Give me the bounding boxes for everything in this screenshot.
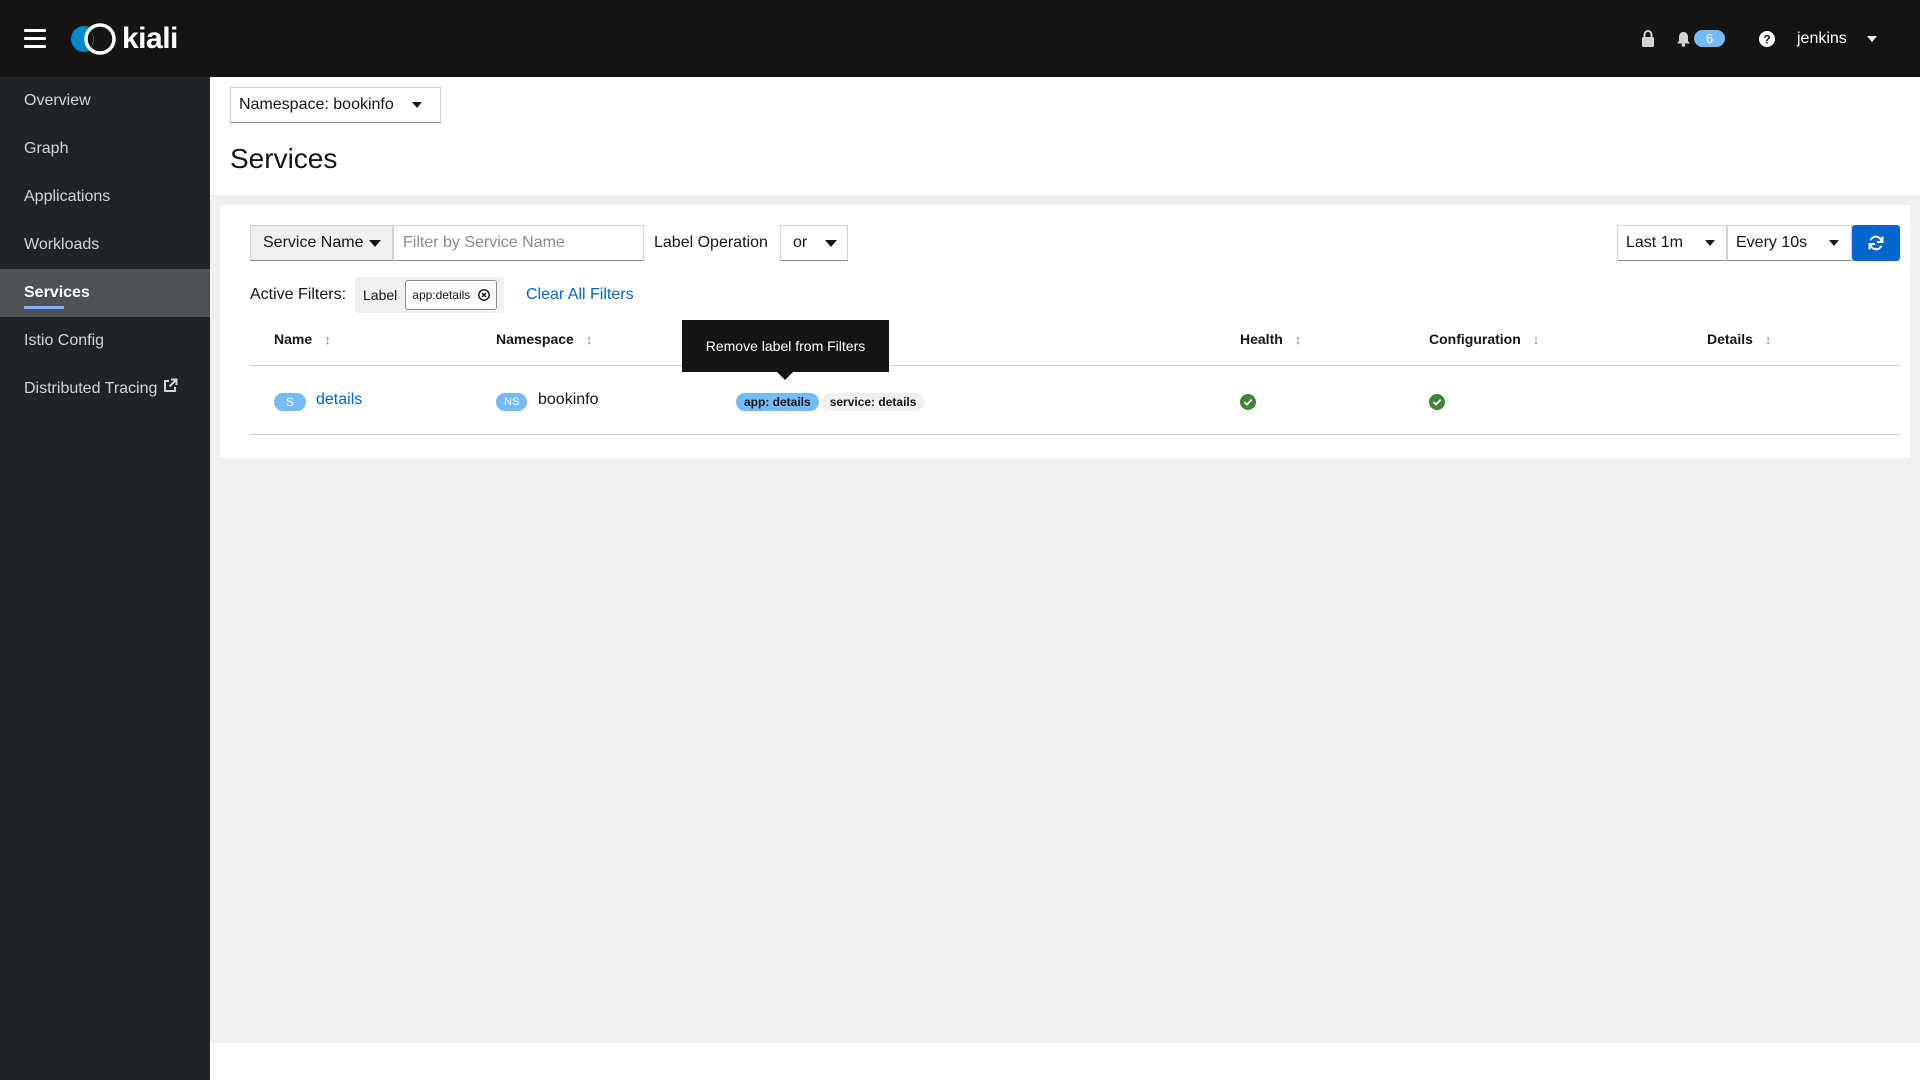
table-row-divider <box>250 434 1900 435</box>
filter-chip: app:details <box>405 280 498 310</box>
column-header-label: Name <box>274 331 313 347</box>
kiali-logo-icon <box>71 23 116 55</box>
column-header-health[interactable]: Health ↕ <box>1240 331 1301 347</box>
caret-down-icon <box>1829 240 1840 246</box>
config-valid-icon <box>1429 394 1445 410</box>
health-ok-icon <box>1240 394 1256 410</box>
filter-input[interactable] <box>393 225 644 261</box>
filter-chip-group: Label app:details <box>355 277 505 313</box>
service-name-link[interactable]: details <box>316 391 362 409</box>
time-range-value: Last 1m <box>1626 234 1683 251</box>
service-type-badge: S <box>274 393 307 411</box>
page-header: Namespace: bookinfo Services <box>210 77 1920 195</box>
sort-icon[interactable]: ↕ <box>1765 332 1772 347</box>
sidebar-item-istio-config[interactable]: Istio Config <box>0 317 210 365</box>
main-content: Namespace: bookinfo Services Service Nam… <box>210 77 1920 1080</box>
namespace-badge: NS <box>496 393 528 411</box>
sidebar-item-label: Workloads <box>24 236 100 253</box>
caret-down-icon <box>369 239 382 247</box>
bell-icon <box>1677 31 1690 47</box>
label-operation-select[interactable]: or <box>780 225 848 261</box>
column-header-namespace[interactable]: Namespace ↕ <box>496 331 592 347</box>
user-menu[interactable]: jenkins <box>1797 0 1877 77</box>
sidebar-item-workloads[interactable]: Workloads <box>0 221 210 269</box>
hamburger-menu-icon[interactable] <box>24 29 46 49</box>
sidebar-item-label: Istio Config <box>24 332 105 349</box>
sort-icon[interactable]: ↕ <box>1295 332 1302 347</box>
sort-icon[interactable]: ↕ <box>1533 332 1540 347</box>
page-title: Services <box>230 143 338 174</box>
masthead: kiali 6 ? jenkins <box>0 0 1920 77</box>
label-operation-label: Label Operation <box>654 234 768 251</box>
kiali-logo[interactable]: kiali <box>70 22 178 56</box>
svg-text:?: ? <box>1763 32 1770 46</box>
refresh-icon <box>1868 235 1884 251</box>
caret-down-icon <box>1704 240 1715 246</box>
column-header-label: Details <box>1707 331 1753 347</box>
label-operation-value: or <box>793 234 808 251</box>
column-header-name[interactable]: Name ↕ <box>274 331 331 347</box>
help-icon[interactable]: ? <box>1759 0 1775 77</box>
refresh-button[interactable] <box>1852 225 1900 261</box>
filter-type-select[interactable]: Service Name <box>250 225 393 261</box>
sort-icon[interactable]: ↕ <box>586 332 593 347</box>
chevron-down-icon <box>1866 35 1877 42</box>
lock-icon[interactable] <box>1641 0 1655 77</box>
footer-area <box>210 1043 1920 1080</box>
sidebar-nav: Overview Graph Applications Workloads Se… <box>0 77 210 1080</box>
time-range-select[interactable]: Last 1m <box>1617 225 1727 261</box>
column-header-details[interactable]: Details ↕ <box>1707 331 1771 347</box>
column-header-label: Health <box>1240 331 1283 347</box>
active-filters-label: Active Filters: <box>250 286 347 303</box>
sidebar-item-label: Overview <box>24 92 91 109</box>
namespace-select[interactable]: Namespace: bookinfo <box>230 87 441 123</box>
caret-down-icon <box>411 102 422 108</box>
sidebar-item-applications[interactable]: Applications <box>0 173 210 221</box>
sidebar-item-label: Graph <box>24 140 69 157</box>
username: jenkins <box>1797 29 1847 47</box>
services-panel: Service Name Label Operation or Last 1m … <box>220 205 1910 458</box>
sidebar-item-distributed-tracing[interactable]: Distributed Tracing <box>0 365 210 413</box>
column-header-configuration[interactable]: Configuration ↕ <box>1429 331 1539 347</box>
table-header-divider <box>250 365 1900 366</box>
sidebar-item-label: Services <box>24 284 90 301</box>
caret-down-icon <box>825 239 838 247</box>
labels-cell: app: details service: details <box>736 393 927 411</box>
refresh-interval-value: Every 10s <box>1736 234 1808 251</box>
filter-type-value: Service Name <box>263 234 364 251</box>
label-badge-app[interactable]: app: details <box>736 393 819 411</box>
namespace-select-value: Namespace: bookinfo <box>239 96 394 113</box>
sort-icon[interactable]: ↕ <box>324 332 331 347</box>
namespace-value: bookinfo <box>538 391 599 408</box>
sidebar-item-label: Distributed Tracing <box>24 380 158 397</box>
sidebar-item-services[interactable]: Services <box>0 269 210 317</box>
close-circle-icon[interactable] <box>478 289 491 301</box>
notification-badge: 6 <box>1694 30 1726 47</box>
sidebar-item-overview[interactable]: Overview <box>0 77 210 125</box>
chip-group-label: Label <box>363 287 398 303</box>
label-badge-service[interactable]: service: details <box>821 393 925 411</box>
sidebar-item-label: Applications <box>24 188 111 205</box>
notifications[interactable]: 6 <box>1676 0 1726 77</box>
sidebar-item-graph[interactable]: Graph <box>0 125 210 173</box>
column-header-label: Configuration <box>1429 331 1521 347</box>
logo-text: kiali <box>122 22 178 55</box>
filter-chip-text: app:details <box>412 288 471 302</box>
clear-all-filters-link[interactable]: Clear All Filters <box>526 286 634 304</box>
tooltip: Remove label from Filters <box>682 320 889 380</box>
column-header-label: Namespace <box>496 331 574 347</box>
refresh-interval-select[interactable]: Every 10s <box>1727 225 1852 261</box>
external-link-icon <box>164 378 178 392</box>
